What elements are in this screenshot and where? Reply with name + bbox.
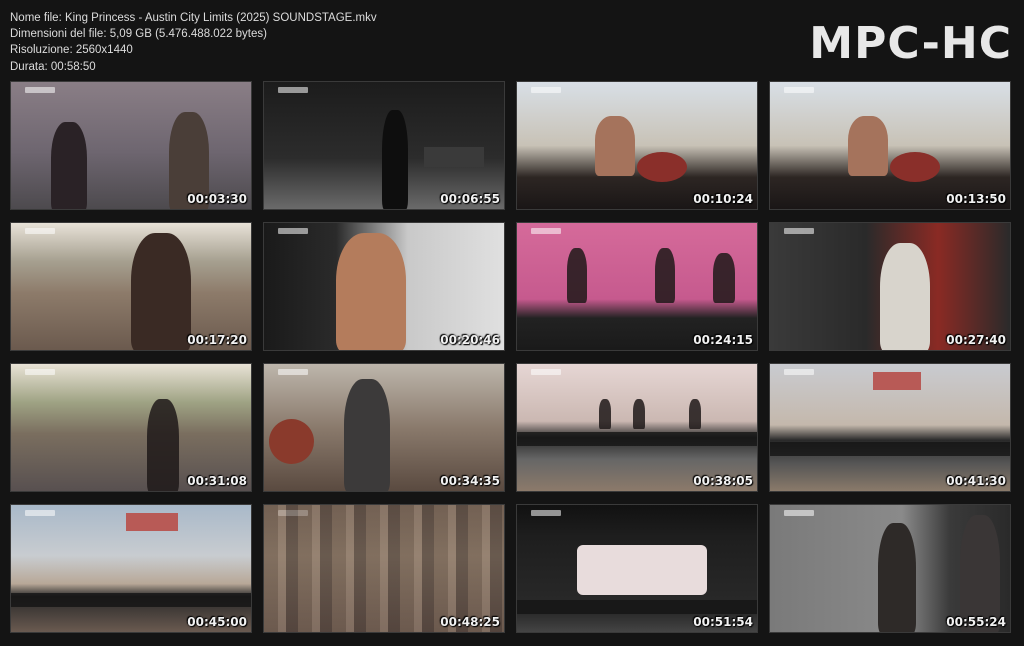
file-size: Dimensioni del file: 5,09 GB (5.476.488.… <box>10 28 267 41</box>
timestamp: 00:51:54 <box>693 615 753 629</box>
performer <box>713 253 735 303</box>
timestamp: 00:41:30 <box>946 474 1006 488</box>
performer <box>689 399 701 429</box>
timestamp: 00:55:24 <box>946 615 1006 629</box>
resolution: Risoluzione: 2560x1440 <box>10 44 133 57</box>
watermark-logo <box>531 369 561 375</box>
thumbnail-9: 00:31:08 <box>10 363 252 492</box>
drummer <box>848 116 888 176</box>
timestamp: 00:45:00 <box>187 615 247 629</box>
drummer <box>595 116 635 176</box>
thumbnail-7: 00:24:15 <box>516 222 758 351</box>
watermark-logo <box>784 87 814 93</box>
duration: Durata: 00:58:50 <box>10 60 96 73</box>
watermark-logo <box>531 510 561 516</box>
thumbnail-16: 00:55:24 <box>769 504 1011 633</box>
thumbnail-1: 00:03:30 <box>10 81 252 210</box>
thumbnail-15: 00:51:54 <box>516 504 758 633</box>
watermark-logo <box>784 228 814 234</box>
watermark-logo <box>25 369 55 375</box>
thumbnail-sheet: Nome file: King Princess - Austin City L… <box>0 0 1024 646</box>
file-info: Nome file: King Princess - Austin City L… <box>10 10 377 75</box>
stage-screen <box>577 545 707 595</box>
thumbnail-8: 00:27:40 <box>769 222 1011 351</box>
watermark-logo <box>25 510 55 516</box>
stage-barrier <box>517 432 757 446</box>
crowd <box>264 505 504 632</box>
performer <box>599 399 611 429</box>
performer <box>382 110 408 209</box>
timestamp: 00:03:30 <box>187 192 247 206</box>
watermark-logo <box>278 87 308 93</box>
watermark-logo <box>25 228 55 234</box>
thumbnail-14: 00:48:25 <box>263 504 505 633</box>
timestamp: 00:34:35 <box>440 474 500 488</box>
timestamp: 00:38:05 <box>693 474 753 488</box>
thumbnail-6: 00:20:46 <box>263 222 505 351</box>
watermark-logo <box>784 510 814 516</box>
performer <box>344 379 390 491</box>
thumbnail-3: 00:10:24 <box>516 81 758 210</box>
performer <box>147 399 179 491</box>
timestamp: 00:06:55 <box>440 192 500 206</box>
timestamp: 00:10:24 <box>693 192 753 206</box>
stage-barrier <box>11 593 251 607</box>
performer <box>336 233 406 350</box>
drum-kit <box>890 152 940 182</box>
thumbnail-2: 00:06:55 <box>263 81 505 210</box>
performer <box>131 233 191 350</box>
billboard <box>873 372 921 390</box>
drum-kit <box>269 419 314 464</box>
watermark-logo <box>278 369 308 375</box>
timestamp: 00:27:40 <box>946 333 1006 347</box>
file-name: Nome file: King Princess - Austin City L… <box>10 12 377 24</box>
billboard <box>126 513 178 531</box>
thumbnail-10: 00:34:35 <box>263 363 505 492</box>
thumbnail-11: 00:38:05 <box>516 363 758 492</box>
watermark-logo <box>784 369 814 375</box>
timestamp: 00:13:50 <box>946 192 1006 206</box>
performer <box>880 243 930 350</box>
stage-barrier <box>517 600 757 614</box>
thumbnail-4: 00:13:50 <box>769 81 1011 210</box>
performer <box>51 122 87 209</box>
watermark-logo <box>278 228 308 234</box>
drum-kit <box>637 152 687 182</box>
thumbnail-13: 00:45:00 <box>10 504 252 633</box>
timestamp: 00:17:20 <box>187 333 247 347</box>
timestamp: 00:20:46 <box>440 333 500 347</box>
stage-barrier <box>770 442 1010 456</box>
performer <box>655 248 675 303</box>
watermark-logo <box>531 228 561 234</box>
watermark-logo <box>531 87 561 93</box>
timestamp: 00:24:15 <box>693 333 753 347</box>
thumbnail-5: 00:17:20 <box>10 222 252 351</box>
thumbnail-grid: 00:03:30 00:06:55 00:10:24 00:13:50 00:1… <box>10 81 1015 635</box>
brand-logo: MPC-HC <box>809 18 1012 69</box>
watermark-logo <box>25 87 55 93</box>
timestamp: 00:31:08 <box>187 474 247 488</box>
performer <box>567 248 587 303</box>
thumbnail-12: 00:41:30 <box>769 363 1011 492</box>
performer <box>878 523 916 632</box>
timestamp: 00:48:25 <box>440 615 500 629</box>
keyboard <box>424 147 484 167</box>
performer <box>633 399 645 429</box>
